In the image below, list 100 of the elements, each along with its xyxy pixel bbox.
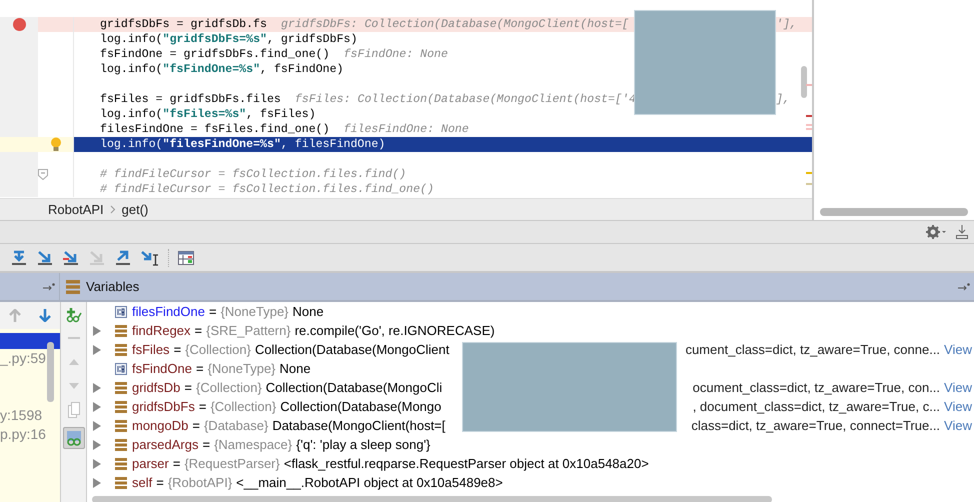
run-to-cursor-icon[interactable] — [140, 250, 160, 266]
variable-value: cument_class=dict, tz_aware=True, conne... — [685, 342, 940, 357]
scrollbar-thumb[interactable] — [47, 342, 54, 402]
variable-row[interactable]: parser = {RequestParser} <flask_restful.reqparse.RequestParser object at 0x10a548a20> — [87, 454, 974, 473]
down-arrow-icon[interactable] — [39, 309, 51, 322]
fold-icon[interactable] — [38, 169, 48, 180]
inline-value-hint: ], — [776, 92, 790, 107]
variable-name[interactable]: gridfsDbFs — [132, 399, 195, 414]
view-link[interactable]: View — [944, 399, 972, 414]
variable-name[interactable]: filesFindOne — [132, 304, 205, 319]
error-marker[interactable] — [806, 128, 812, 130]
variable-name[interactable]: gridfsDb — [132, 380, 180, 395]
variable-type: {Collection} — [210, 399, 276, 414]
variable-icon — [115, 362, 127, 374]
equals-sign: = — [198, 399, 206, 414]
variable-row[interactable]: findRegex = {SRE_Pattern} re.compile('Go', re.IGNORECASE) — [87, 321, 974, 340]
object-icon — [66, 280, 80, 294]
variable-name[interactable]: parser — [132, 456, 169, 471]
code-line: gridfsDbFs = gridfsDb.fs — [100, 17, 267, 32]
variable-name[interactable]: parsedArgs — [132, 437, 198, 452]
force-step-into-icon — [88, 250, 106, 266]
equals-sign: = — [172, 456, 180, 471]
variable-name[interactable]: mongoDb — [132, 418, 188, 433]
object-icon — [115, 382, 127, 394]
breadcrumb-item[interactable]: get() — [122, 202, 148, 217]
object-icon — [115, 420, 127, 432]
variable-type: {RobotAPI} — [168, 475, 232, 490]
variable-value: Database(MongoClient(host=[ — [272, 418, 446, 433]
pin-icon[interactable] — [958, 282, 970, 290]
step-over-icon[interactable] — [10, 250, 28, 266]
inline-value-hint: '], — [776, 17, 797, 32]
lightbulb-icon[interactable] — [50, 137, 62, 152]
code-line: # findFileCursor = fsCollection.files.find_one() — [100, 182, 434, 197]
variable-value: , document_class=dict, tz_aware=True, c... — [692, 399, 940, 414]
object-icon — [115, 476, 127, 488]
error-marker[interactable] — [806, 124, 812, 126]
scrollbar-thumb[interactable] — [801, 66, 807, 98]
equals-sign: = — [196, 361, 204, 376]
variable-row[interactable]: self = {RobotAPI} <__main__.RobotAPI object at 0x10a5489e8> — [87, 473, 974, 492]
copy-icon — [66, 401, 80, 421]
variable-value: Collection(Database(MongoCli — [266, 380, 442, 395]
inline-value-hint: gridfsDbFs: Collection(Database(MongoClient(host=[ — [280, 17, 629, 32]
variable-value: <flask_restful.reqparse.RequestParser object at 0x10a548a20> — [284, 456, 649, 471]
inline-value-hint: fsFiles: Collection(Database(MongoClient(host=['4 — [294, 92, 636, 107]
error-marker[interactable] — [806, 115, 812, 117]
variable-icon — [115, 306, 127, 318]
pin-icon[interactable] — [43, 282, 55, 290]
variable-type: {NoneType} — [220, 304, 289, 319]
step-into-icon[interactable] — [36, 250, 54, 266]
object-icon — [115, 400, 127, 412]
view-link[interactable]: View — [944, 380, 972, 395]
selected-frame-row[interactable] — [0, 333, 60, 349]
variable-row[interactable]: gridfsDbFs = {Collection} Collection(Database(Mongo , document_class=dict, tz_aware=True, c... View — [87, 397, 974, 416]
breadcrumb-item[interactable]: RobotAPI — [48, 202, 104, 217]
table-icon[interactable] — [178, 250, 194, 264]
variable-value: <__main__.RobotAPI object at 0x10a5489e8> — [236, 475, 503, 490]
equals-sign: = — [208, 304, 217, 319]
variable-name[interactable]: self — [132, 475, 152, 490]
variable-value: Collection(Database(Mongo — [280, 399, 442, 414]
panel-title: Variables — [86, 279, 140, 294]
gutter-cell — [0, 122, 38, 137]
warning-marker[interactable] — [806, 183, 812, 185]
download-icon[interactable] — [956, 225, 968, 239]
variable-name[interactable]: fsFiles — [132, 342, 170, 357]
variable-type: {SRE_Pattern} — [206, 323, 291, 338]
variable-type: {NoneType} — [208, 361, 276, 376]
variable-row[interactable]: mongoDb = {Database} Database(MongoClient(host=[ class=dict, tz_aware=True, connect=True... View — [87, 416, 974, 435]
scrollbar-thumb[interactable] — [92, 496, 772, 502]
variable-row[interactable]: parsedArgs = {Namespace} {'q': 'play a sleep song'} — [87, 435, 974, 454]
variable-type: {Namespace} — [214, 437, 292, 452]
variable-row[interactable]: fsFiles = {Collection} Collection(Database(MongoClient cument_class=dict, tz_aware=True, conne... View — [87, 340, 974, 359]
variable-name[interactable]: findRegex — [132, 323, 191, 338]
warning-marker[interactable] — [806, 172, 812, 174]
code-line: log.info("fsFiles=%s", fsFiles) — [100, 107, 316, 122]
glasses-icon[interactable] — [62, 427, 84, 449]
chevron-icon — [110, 205, 116, 214]
equals-sign: = — [192, 418, 200, 433]
variable-value: None — [280, 361, 311, 376]
settings-icon[interactable] — [926, 225, 946, 239]
step-out-icon[interactable] — [114, 250, 132, 266]
breakpoint-icon[interactable] — [12, 18, 26, 31]
variable-type: {Collection} — [185, 342, 251, 357]
variable-row[interactable]: fsFindOne = {NoneType} None — [87, 359, 974, 378]
scrollbar-thumb[interactable] — [820, 208, 968, 216]
view-link[interactable]: View — [944, 342, 972, 357]
variable-row[interactable]: filesFindOne = {NoneType} None — [87, 302, 974, 321]
inline-value-hint: fsFindOne: None — [344, 47, 448, 62]
variable-type: {Database} — [204, 418, 268, 433]
variable-name[interactable]: fsFindOne — [132, 361, 192, 376]
code-line: log.info("gridfsDbFs=%s", gridfsDbFs) — [100, 32, 358, 47]
error-marker[interactable] — [806, 84, 812, 86]
object-icon — [115, 344, 127, 356]
variable-value: Collection(Database(MongoClient — [254, 342, 450, 357]
variable-value: {'q': 'play a sleep song'} — [296, 437, 430, 452]
view-link[interactable]: View — [944, 418, 972, 433]
add-watch-icon[interactable] — [64, 307, 82, 323]
code-line: fsFiles = gridfsDbFs.files — [100, 92, 281, 107]
variable-row[interactable]: gridfsDb = {Collection} Collection(Database(MongoCli ocument_class=dict, tz_aware=True, con... View — [87, 378, 974, 397]
step-into-my-code-icon[interactable] — [62, 250, 80, 266]
variable-type: {RequestParser} — [184, 456, 280, 471]
